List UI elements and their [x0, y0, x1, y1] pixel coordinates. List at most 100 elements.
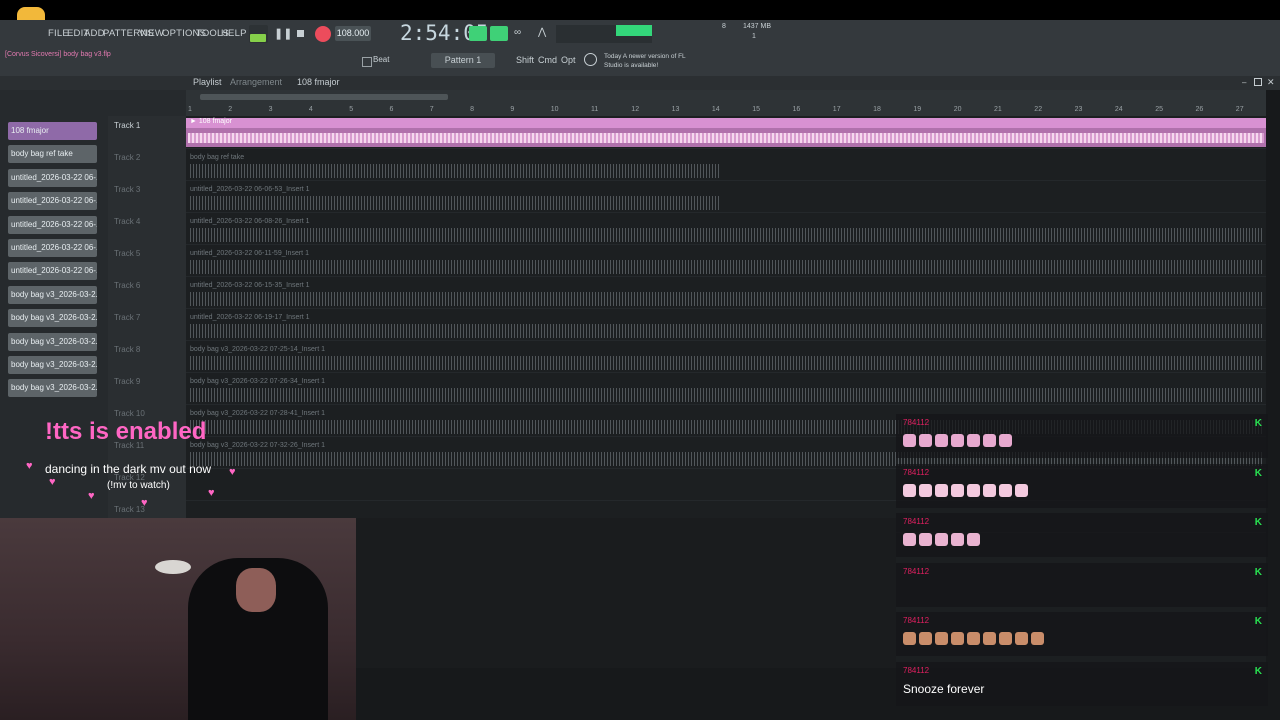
record-button[interactable]	[315, 26, 331, 42]
clip-picker-item[interactable]: untitled_2026-03-22 06-...	[8, 239, 97, 257]
playlist-close-icon[interactable]: ✕	[1267, 77, 1275, 88]
playlist-pattern-name[interactable]: 108 fmajor	[297, 77, 340, 87]
clip-picker-item[interactable]: untitled_2026-03-22 06-...	[8, 215, 97, 234]
chat-text	[903, 434, 1015, 450]
lane-divider	[186, 244, 1266, 245]
wait-input-toggle[interactable]	[490, 26, 508, 41]
clip-picker-item[interactable]: body bag v3_2026-03-2...	[8, 379, 97, 398]
clip-waveform[interactable]	[190, 292, 1264, 306]
playlist-minimize-icon[interactable]: –	[1242, 78, 1246, 87]
metronome-toggle[interactable]	[469, 26, 487, 41]
clip-picker-item[interactable]: 108 fmajor	[8, 122, 97, 140]
menu-help[interactable]: HELP	[221, 28, 247, 39]
heart-icon: ♥	[229, 466, 236, 478]
ruler-tick-label: 16	[792, 106, 801, 113]
polyphony-value: 1	[752, 33, 756, 40]
menu-file[interactable]: FILE	[48, 28, 69, 39]
lane-divider	[186, 308, 1266, 309]
playlist-subtitle: Arrangement	[230, 77, 283, 87]
cmd-button[interactable]: Cmd	[538, 55, 557, 65]
emote-icon	[967, 533, 980, 546]
track-label[interactable]: Track 5	[114, 249, 140, 258]
heart-icon: ♥	[141, 497, 148, 509]
horizontal-scrollbar[interactable]	[200, 94, 448, 100]
clip-waveform[interactable]	[190, 388, 1264, 402]
ruler-tick-label: 17	[832, 106, 841, 113]
clip-waveform[interactable]	[190, 196, 720, 210]
step-edit-icon[interactable]: ⋀	[538, 27, 546, 38]
webcam-feed	[0, 518, 356, 720]
track-label[interactable]: Track 4	[114, 217, 140, 226]
chat-text	[903, 632, 1047, 648]
chat-username: 784112	[903, 665, 930, 675]
heart-icon: ♥	[208, 487, 215, 499]
clip-picker-item[interactable]: untitled_2026-03-22 06-...	[8, 168, 97, 187]
emote-icon	[903, 533, 916, 546]
loop-record-icon[interactable]: ∞	[514, 27, 521, 38]
clip-waveform[interactable]	[190, 164, 720, 178]
track-label[interactable]: Track 9	[114, 377, 140, 386]
clip-waveform[interactable]	[190, 260, 1264, 274]
clip-picker-item[interactable]: body bag ref take	[8, 145, 97, 164]
kick-badge-icon: K	[1254, 418, 1262, 429]
clip-title: body bag v3_2026-03-22 07-25-14_Insert 1	[190, 346, 326, 353]
chat-username: 784112	[903, 616, 930, 625]
track1-clip-title: ► 108 fmajor	[190, 118, 232, 125]
news-text[interactable]: Today A newer version of FL Studio is av…	[604, 52, 698, 70]
opt-button[interactable]: Opt	[561, 55, 576, 65]
track-label[interactable]: Track 6	[114, 281, 140, 290]
clip-waveform[interactable]	[190, 356, 1264, 370]
track-label[interactable]: Track 7	[114, 313, 140, 322]
clip-picker-item[interactable]: body bag v3_2026-03-2...	[8, 356, 97, 374]
clip-title: body bag v3_2026-03-22 07-26-34_Insert 1	[190, 378, 326, 385]
emote-icon	[967, 632, 980, 645]
emote-icon	[951, 533, 964, 546]
news-icon[interactable]	[584, 53, 597, 66]
chat-username: 784112	[903, 418, 930, 427]
clip-picker-item[interactable]: body bag v3_2026-03-2...	[8, 309, 97, 328]
menu-view[interactable]: VIEW	[139, 28, 164, 39]
menu-add[interactable]: ADD	[84, 28, 105, 39]
snap-icon[interactable]	[362, 57, 372, 67]
ceiling-light	[155, 560, 191, 574]
song-mode-indicator	[250, 34, 266, 42]
shift-button[interactable]: Shift	[516, 55, 534, 65]
emote-icon	[1015, 483, 1028, 497]
lane-divider	[186, 404, 1266, 405]
emote-icon	[951, 632, 964, 645]
stop-button[interactable]	[297, 30, 304, 37]
clip-picker-item[interactable]: body bag v3_2026-03-2...	[8, 332, 97, 351]
emote-icon	[935, 434, 948, 447]
emote-icon	[951, 483, 964, 497]
track-label[interactable]: Track 8	[114, 345, 140, 354]
snap-select[interactable]: Beat	[373, 55, 389, 64]
emote-icon	[919, 434, 932, 447]
chat-message: 784112 K Snooze forever	[896, 661, 1268, 706]
clip-picker-item[interactable]: untitled_2026-03-22 06-...	[8, 192, 97, 211]
playlist-maximize-icon[interactable]	[1254, 78, 1262, 86]
person-face	[236, 568, 276, 612]
pause-button[interactable]: ❚❚	[274, 27, 292, 40]
mv-command-hint: (!mv to watch)	[107, 480, 170, 491]
ruler-tick-label: 13	[671, 106, 680, 113]
clip-picker-item[interactable]: body bag v3_2026-03-2...	[8, 285, 97, 304]
pattern-picker[interactable]: Pattern 1	[431, 53, 495, 68]
lane-divider	[186, 148, 1266, 149]
chat-message: 784112 K	[896, 513, 1268, 557]
clip-picker-item[interactable]: untitled_2026-03-22 06-...	[8, 262, 97, 281]
track-label[interactable]: Track 10	[114, 409, 145, 418]
clip-waveform[interactable]	[190, 228, 1264, 242]
ruler-tick-label: 4	[308, 106, 313, 113]
track-label[interactable]: Track 3	[114, 185, 140, 194]
clip-title: untitled_2026-03-22 06-06-53_Insert 1	[190, 186, 310, 193]
chat-message: 784112 K	[896, 562, 1268, 607]
track-label[interactable]: Track 1	[114, 121, 140, 130]
kick-badge-icon: K	[1254, 467, 1262, 479]
empty-playlist-region	[356, 518, 896, 668]
ruler-tick-label: 1	[188, 106, 192, 113]
tempo-display[interactable]: 108.000	[335, 26, 371, 41]
ruler-tick-label: 19	[913, 106, 922, 113]
track-label[interactable]: Track 2	[114, 153, 140, 162]
clip-waveform[interactable]	[190, 324, 1264, 338]
window-title-bar	[0, 0, 1280, 20]
